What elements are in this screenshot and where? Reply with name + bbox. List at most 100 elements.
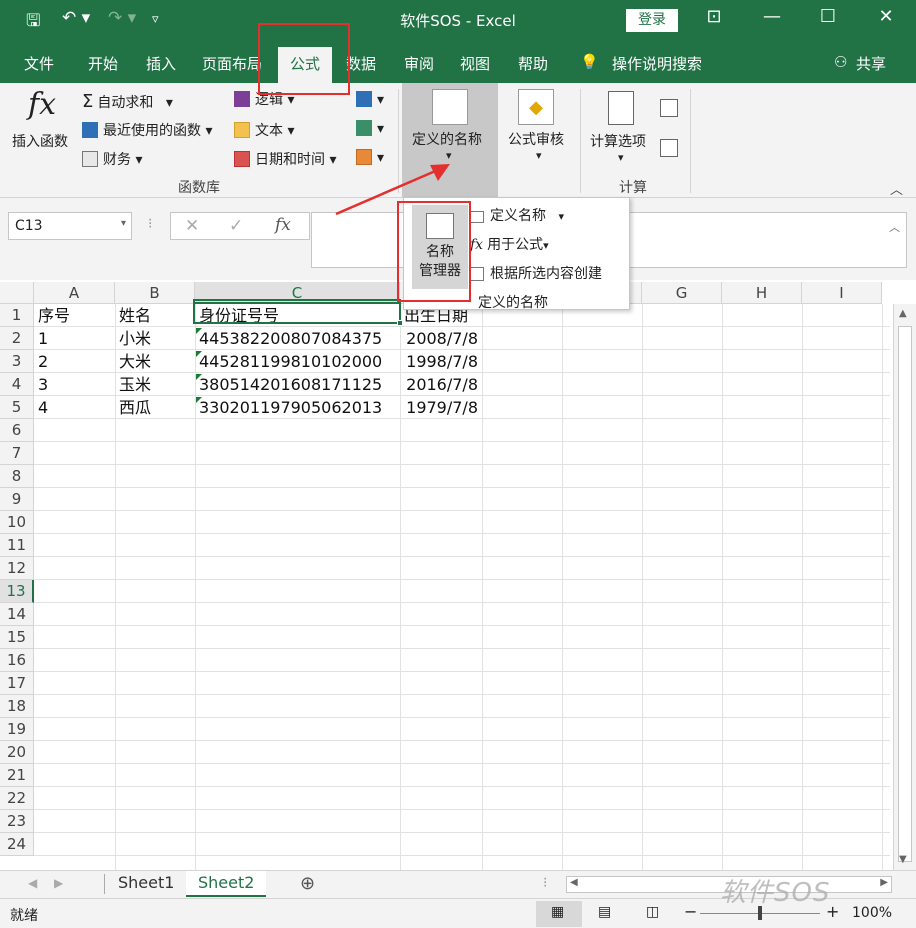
row-header[interactable]: 9 [0,488,34,511]
cell[interactable]: 2016/7/8 [400,373,482,396]
tab-review[interactable]: 审阅 [404,53,434,74]
tab-file[interactable]: 文件 [24,53,54,74]
column-header[interactable]: B [115,282,195,304]
scroll-down-icon[interactable]: ▼ [899,854,907,865]
row-header[interactable]: 8 [0,465,34,488]
select-all-corner[interactable] [0,282,34,304]
sheet-tab-active[interactable]: Sheet2 [186,871,267,897]
row-header[interactable]: 15 [0,626,34,649]
expand-icon[interactable]: ︿ [889,219,900,235]
row-header[interactable]: 2 [0,327,34,350]
row-header[interactable]: 6 [0,419,34,442]
row-header[interactable]: 7 [0,442,34,465]
cell[interactable]: 2 [34,350,48,373]
row-header[interactable]: 17 [0,672,34,695]
fill-handle[interactable] [397,320,403,326]
math-button[interactable]: ▾ [356,120,384,137]
drag-handle-icon[interactable]: ⁝ [543,875,547,891]
drag-handle-icon[interactable]: ⁝ [148,216,152,232]
row-header[interactable]: 20 [0,741,34,764]
calculate-sheet-icon[interactable] [660,139,678,157]
cell[interactable]: 3 [34,373,48,396]
chevron-down-icon[interactable]: ▾ [121,218,126,229]
zoom-level[interactable]: 100% [852,905,892,921]
add-sheet-icon[interactable]: ⊕ [300,873,315,894]
autosum-button[interactable]: Σ 自动求和 ▾ [82,91,173,112]
prev-sheet-icon[interactable]: ◀ [28,876,37,890]
cell[interactable]: 2008/7/8 [400,327,482,350]
row-header[interactable]: 10 [0,511,34,534]
cell[interactable]: 445281199810102000 [195,350,382,373]
cell[interactable]: 序号 [34,304,70,327]
row-header[interactable]: 14 [0,603,34,626]
cell[interactable]: 4 [34,396,48,419]
row-header[interactable]: 23 [0,810,34,833]
collapse-ribbon-icon[interactable]: ︿ [890,179,903,198]
ribbon-display-icon[interactable]: ⊡ [694,6,734,27]
use-in-formula-button[interactable]: fx 用于公式▾ [470,234,549,254]
normal-view-button[interactable]: ▦ [536,901,582,927]
cell[interactable]: 1998/7/8 [400,350,482,373]
close-icon[interactable]: ✕ [866,6,906,27]
row-header[interactable]: 21 [0,764,34,787]
row-header[interactable]: 13 [0,580,34,603]
row-header[interactable]: 4 [0,373,34,396]
column-header[interactable]: I [802,282,882,304]
cell[interactable]: 小米 [115,327,151,350]
insert-function-button[interactable]: 插入函数 [12,131,68,151]
cell[interactable]: 西瓜 [115,396,151,419]
worksheet-grid[interactable]: A B C D E F G H I 1234567891011121314151… [0,280,916,870]
next-sheet-icon[interactable]: ▶ [54,876,63,890]
scroll-up-icon[interactable]: ▲ [899,308,907,319]
cell[interactable]: 玉米 [115,373,151,396]
text-button[interactable]: 文本 ▾ [234,120,294,140]
create-from-selection-button[interactable]: 根据所选内容创建 [470,263,602,283]
share-button[interactable]: 共享 [856,53,886,74]
column-header[interactable]: A [34,282,115,304]
cell[interactable]: 380514201608171125 [195,373,382,396]
cell[interactable]: 大米 [115,350,151,373]
zoom-out-icon[interactable]: − [684,902,697,921]
tab-help[interactable]: 帮助 [518,53,548,74]
enter-icon[interactable]: ✓ [229,216,243,236]
row-header[interactable]: 16 [0,649,34,672]
login-button[interactable]: 登录 [626,9,678,32]
page-layout-icon[interactable]: ▤ [598,904,611,920]
tab-insert[interactable]: 插入 [146,53,176,74]
row-header[interactable]: 1 [0,304,34,327]
tab-home[interactable]: 开始 [88,53,118,74]
row-header[interactable]: 3 [0,350,34,373]
column-header[interactable]: G [642,282,722,304]
row-header[interactable]: 5 [0,396,34,419]
datetime-button[interactable]: 日期和时间 ▾ [234,149,336,169]
tab-layout[interactable]: 页面布局 [202,53,262,74]
cell[interactable]: 姓名 [115,304,151,327]
scroll-left-icon[interactable]: ◀ [570,877,578,888]
insert-function-icon[interactable]: fx [275,215,291,235]
row-header[interactable]: 12 [0,557,34,580]
cell[interactable]: 1 [34,327,48,350]
row-header[interactable]: 24 [0,833,34,856]
cell[interactable]: 1979/7/8 [400,396,482,419]
cancel-icon[interactable]: ✕ [185,216,199,236]
row-header[interactable]: 11 [0,534,34,557]
row-header[interactable]: 22 [0,787,34,810]
formula-auditing-button[interactable]: ◆ 公式审核 ▾ [508,83,572,197]
column-header[interactable]: H [722,282,802,304]
calc-options-button[interactable]: 计算选项 ▾ [586,83,656,173]
sheet-tab[interactable]: Sheet1 [106,871,186,897]
calculate-now-icon[interactable] [660,99,678,117]
tab-data[interactable]: 数据 [346,53,376,74]
vertical-scrollbar[interactable]: ▲ ▼ [893,304,916,870]
tab-view[interactable]: 视图 [460,53,490,74]
define-name-button[interactable]: 定义名称 ▾ [470,205,564,225]
row-header[interactable]: 19 [0,718,34,741]
row-header[interactable]: 18 [0,695,34,718]
scroll-thumb[interactable] [898,326,912,862]
minimize-icon[interactable]: — [752,6,792,27]
cell[interactable]: 330201197905062013 [195,396,382,419]
cell[interactable]: 445382200807084375 [195,327,382,350]
recent-functions-button[interactable]: 最近使用的函数 ▾ [82,120,212,140]
lookup-button[interactable]: ▾ [356,91,384,108]
tell-me-search[interactable]: 操作说明搜索 [612,53,702,74]
